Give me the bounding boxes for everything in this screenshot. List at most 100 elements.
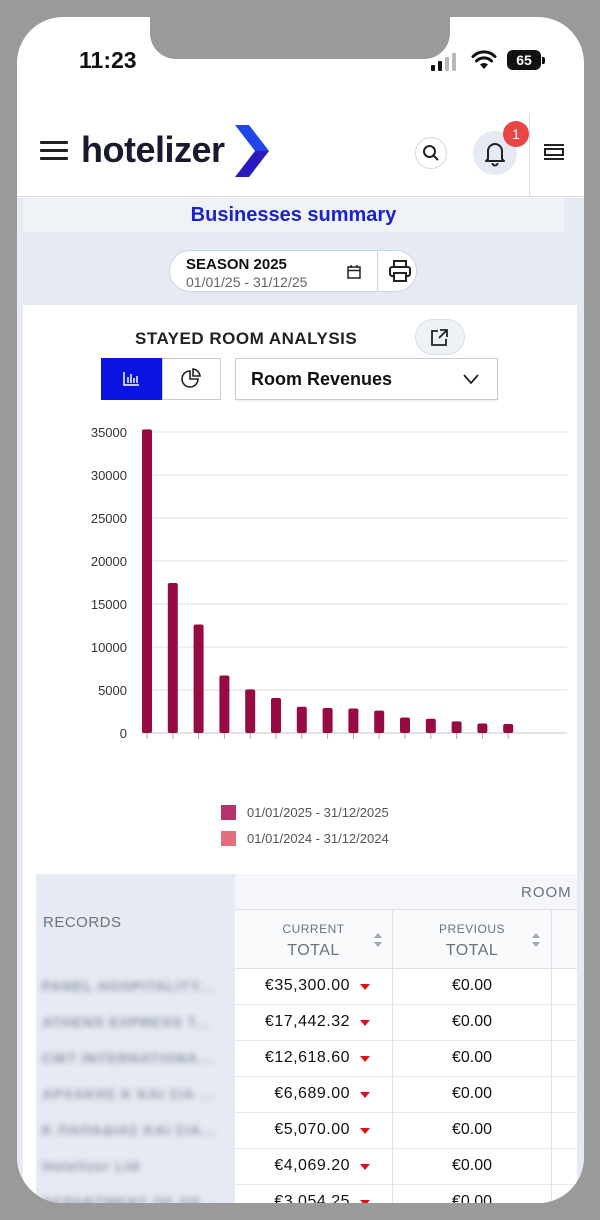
main-content: Businesses summary SEASON 2025 01/01/25 … [17,198,584,1203]
legend-label-current: 01/01/2025 - 31/12/2025 [247,804,389,820]
current-total-value: €6,689.00 [274,1085,350,1102]
external-link-icon [431,329,448,346]
table-row[interactable]: DEPARTMENT OF GE... €3,054.25 €0.00 [36,1185,577,1203]
legend-item-current[interactable]: 01/01/2025 - 31/12/2025 [221,799,389,825]
record-name-cell: Κ ΠΑΠΑΔΙΑΣ ΚΑΙ ΣΙΑ... [36,1113,235,1149]
next-column-cell [552,1041,577,1077]
previous-total-cell: €0.00 [393,1185,552,1203]
table-row[interactable]: PANEL HOSPITALITY... €35,300.00 €0.00 [36,969,577,1005]
current-total-value: €35,300.00 [264,977,350,994]
season-selector[interactable]: SEASON 2025 01/01/25 - 31/12/25 [169,250,417,292]
chart-bar [271,698,281,733]
current-total-value: €4,069.20 [274,1157,350,1174]
hotelizer-logo-text: hotelizer [81,129,225,170]
y-tick-label: 20000 [91,554,127,569]
calendar-icon[interactable] [346,264,362,280]
export-button[interactable] [415,319,465,355]
metric-dropdown-value: Room Revenues [251,369,393,389]
status-time: 11:23 [79,47,137,73]
sort-icon[interactable] [373,932,383,948]
table-row[interactable]: CWT INTERNATIONA... €12,618.60 €0.00 [36,1041,577,1077]
y-tick-label: 30000 [91,468,127,483]
search-button[interactable] [415,137,447,169]
table-row[interactable]: Hotelizer Ltd €4,069.20 €0.00 [36,1149,577,1185]
bar-chart-toggle[interactable] [101,358,162,400]
bar-chart-icon [123,372,139,386]
previous-total-header[interactable]: PREVIOUS TOTAL [393,910,552,969]
page-title-bar: Businesses summary [23,198,564,232]
chart-bar [374,710,385,733]
record-name-cell: ATHENS EXPRESS T... [36,1005,235,1041]
previous-header-l1: PREVIOUS [438,922,505,936]
chart-bar [193,624,204,733]
next-column-cell [552,1005,577,1041]
record-name: ΑΡΧΑΚΗΣ Κ ΚΑΙ ΣΙΑ ... [42,1086,215,1102]
legend-swatch-current [221,804,236,820]
app-header: hotelizer 1 [17,99,584,197]
page-title: Businesses summary [190,204,397,226]
current-total-value: €17,442.32 [264,1013,350,1030]
current-total-cell: €5,070.00 [235,1113,393,1149]
current-total-value: €3,054.25 [274,1193,350,1203]
table-row[interactable]: ΑΡΧΑΚΗΣ Κ ΚΑΙ ΣΙΑ ... €6,689.00 €0.00 [36,1077,577,1113]
previous-total-cell: €0.00 [393,1113,552,1149]
record-name-cell: PANEL HOSPITALITY... [36,969,235,1005]
trend-down-icon [360,984,370,990]
records-header: RECORDS [36,874,235,969]
table-row[interactable]: Κ ΠΑΠΑΔΙΑΣ ΚΑΙ ΣΙΑ... €5,070.00 €0.00 [36,1113,577,1149]
chart-bar [477,723,488,733]
trend-down-icon [360,1020,370,1026]
record-name: Hotelizer Ltd [42,1158,140,1174]
records-header-label: RECORDS [43,914,122,931]
chart-bar [322,708,333,733]
current-header-l1: CURRENT [282,922,345,936]
next-column-cell [552,1149,577,1185]
notification-badge: 1 [503,121,529,147]
hamburger-menu-icon[interactable] [40,141,68,161]
side-panel-icon[interactable] [543,143,565,161]
pie-chart-toggle[interactable] [162,358,221,400]
previous-total-value: €0.00 [451,1049,493,1066]
record-name: PANEL HOSPITALITY... [42,978,214,994]
record-name-cell: Hotelizer Ltd [36,1149,235,1185]
logo-chevron-icon [235,125,269,177]
previous-total-cell: €0.00 [393,969,552,1005]
chart-bar [142,429,152,733]
previous-total-value: €0.00 [451,977,493,994]
record-name-cell: CWT INTERNATIONA... [36,1041,235,1077]
current-total-cell: €4,069.20 [235,1149,393,1185]
chart-bar [348,708,359,733]
sort-icon[interactable] [531,932,541,948]
record-name: Κ ΠΑΠΑΔΙΑΣ ΚΑΙ ΣΙΑ... [42,1122,216,1138]
table-row[interactable]: ATHENS EXPRESS T... €17,442.32 €0.00 [36,1005,577,1041]
season-divider [377,251,378,291]
room-group-header: ROOM [235,874,577,910]
previous-total-value: €0.00 [451,1121,493,1138]
current-total-header[interactable]: CURRENT TOTAL [235,910,393,969]
previous-total-cell: €0.00 [393,1005,552,1041]
previous-total-cell: €0.00 [393,1077,552,1113]
previous-header-l2: TOTAL [445,942,499,959]
chart-legend: 01/01/2025 - 31/12/2025 01/01/2024 - 31/… [221,799,389,851]
header-divider [529,113,530,197]
chart-bar [400,717,410,733]
phone-screen: 11:23 65 hotelizer 1 Businesses summary … [17,17,584,1203]
chevron-down-icon [463,374,479,385]
record-name-cell: ΑΡΧΑΚΗΣ Κ ΚΑΙ ΣΙΑ ... [36,1077,235,1113]
previous-total-value: €0.00 [451,1085,493,1102]
season-title: SEASON 2025 [186,256,287,273]
season-dates: 01/01/25 - 31/12/25 [186,274,308,290]
record-name: ATHENS EXPRESS T... [42,1014,211,1030]
print-icon[interactable] [388,260,412,282]
trend-down-icon [360,1056,370,1062]
wifi-icon [471,50,497,69]
legend-item-previous[interactable]: 01/01/2024 - 31/12/2024 [221,825,389,851]
next-column-cell [552,1113,577,1149]
previous-total-cell: €0.00 [393,1149,552,1185]
next-column-cell [552,1185,577,1203]
chart-bar [167,582,178,733]
metric-dropdown[interactable]: Room Revenues [235,358,498,400]
record-name-cell: DEPARTMENT OF GE... [36,1185,235,1203]
y-tick-label: 15000 [91,597,127,612]
chart-bar [503,723,514,733]
